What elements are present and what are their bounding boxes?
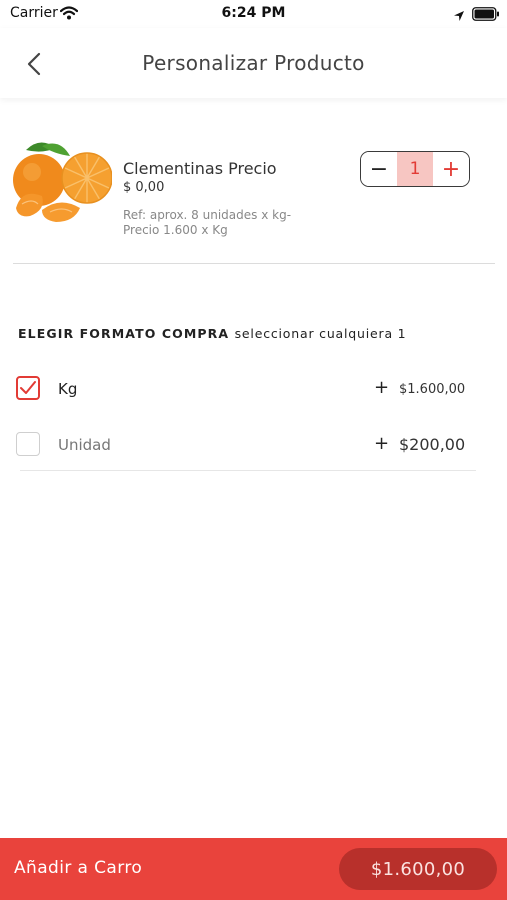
option-price: $200,00: [399, 435, 466, 454]
checkbox-unidad[interactable]: [16, 432, 40, 456]
location-icon: [453, 7, 465, 26]
section-title: ELEGIR FORMATO COMPRA seleccionar cualqu…: [18, 326, 406, 341]
product-reference: Ref: aprox. 8 unidades x kg- Precio 1.60…: [123, 208, 292, 237]
product-price: $ 0,00: [123, 180, 165, 195]
total-price-pill[interactable]: $1.600,00: [339, 848, 497, 890]
status-time: 6:24 PM: [221, 5, 286, 21]
option-unidad[interactable]: Unidad + $200,00: [14, 428, 474, 462]
option-label: Unidad: [58, 436, 111, 454]
section-title-subtitle: seleccionar cualquiera 1: [234, 326, 407, 341]
status-bar: Carrier 6:24 PM: [0, 0, 507, 28]
decrease-quantity-button[interactable]: −: [361, 152, 397, 186]
plus-sign: +: [374, 433, 390, 454]
quantity-stepper: − 1 +: [360, 151, 470, 187]
option-kg[interactable]: Kg + $1.600,00: [14, 372, 474, 406]
page-title: Personalizar Producto: [142, 51, 365, 75]
option-label: Kg: [58, 380, 78, 398]
quantity-value: 1: [397, 152, 433, 186]
product-image: [12, 138, 113, 224]
checkbox-kg[interactable]: [16, 376, 40, 400]
plus-sign: +: [374, 377, 390, 398]
add-to-cart-button[interactable]: Añadir a Carro: [14, 858, 142, 878]
increase-quantity-button[interactable]: +: [433, 152, 469, 186]
check-icon: [20, 381, 36, 394]
option-price: $1.600,00: [399, 382, 466, 397]
add-to-cart-bar[interactable]: Añadir a Carro $1.600,00: [0, 838, 507, 900]
battery-icon: [472, 6, 500, 25]
clementine-image: [13, 142, 113, 222]
divider: [13, 263, 495, 264]
divider: [20, 470, 476, 471]
product-name: Clementinas Precio: [123, 159, 277, 178]
section-title-main: ELEGIR FORMATO COMPRA: [18, 326, 230, 341]
nav-bar: Personalizar Producto: [0, 28, 507, 98]
